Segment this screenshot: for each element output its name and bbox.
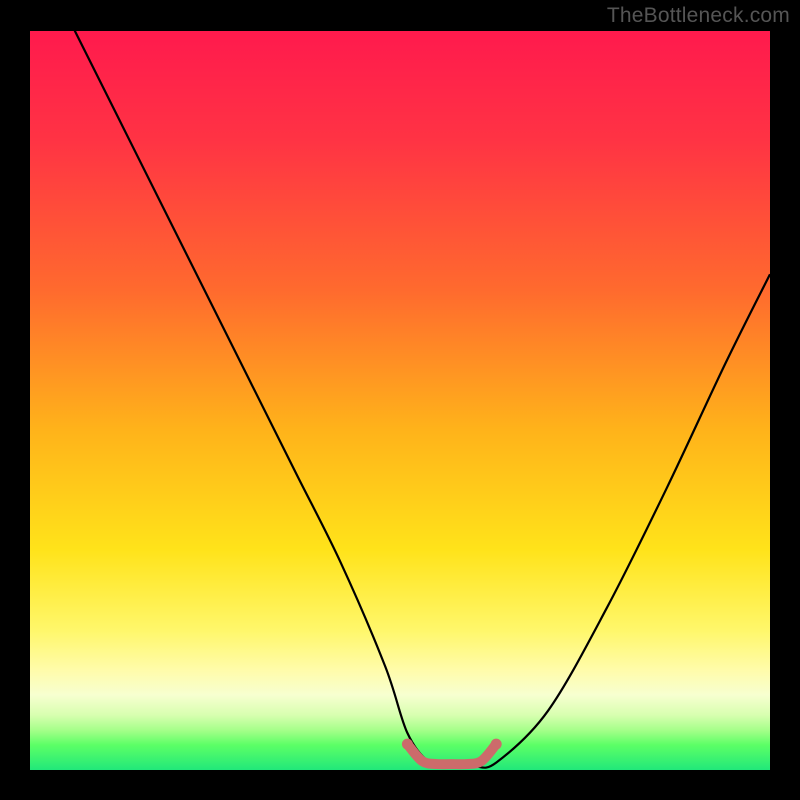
flat-valley-highlight: [407, 744, 496, 764]
chart-frame: TheBottleneck.com: [0, 0, 800, 800]
watermark-text: TheBottleneck.com: [607, 4, 790, 28]
chart-svg: [30, 30, 770, 770]
valley-dot-right: [491, 739, 502, 750]
valley-dot-left: [402, 739, 413, 750]
bottleneck-curve: [74, 30, 770, 768]
